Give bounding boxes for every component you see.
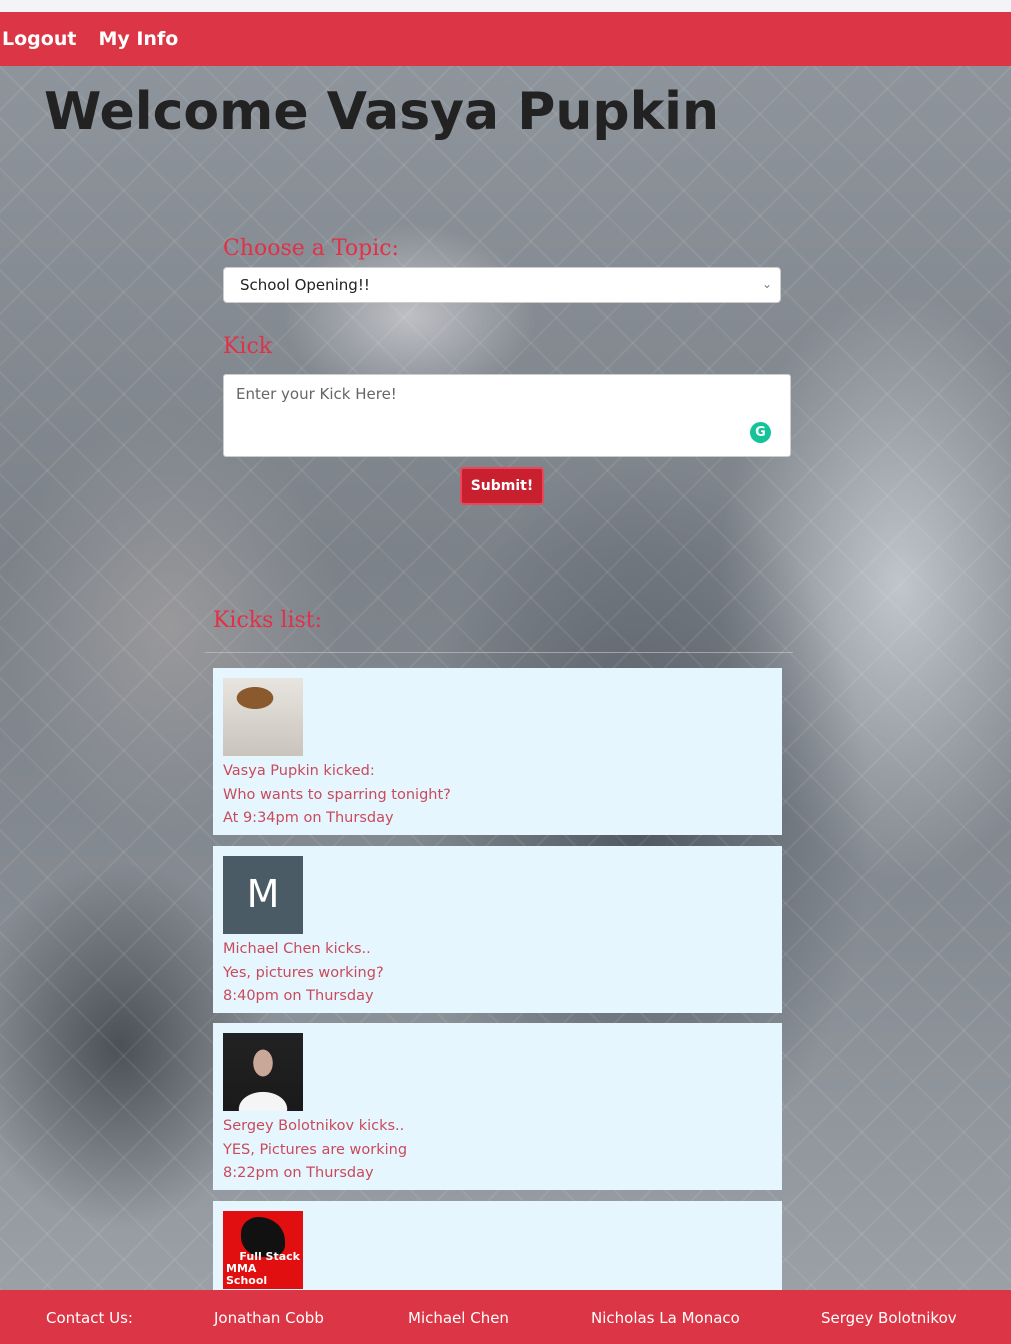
my-info-link[interactable]: My Info	[98, 28, 178, 50]
kick-author: Sergey Bolotnikov kicks..	[223, 1118, 405, 1134]
chevron-down-icon: ⌄	[761, 277, 772, 291]
kick-time: At 9:34pm on Thursday	[223, 810, 394, 826]
logo-text-line-2: MMA School	[226, 1262, 268, 1287]
footer-contact-name[interactable]: Sergey Bolotnikov	[821, 1309, 957, 1327]
footer-contact-name[interactable]: Michael Chen	[408, 1309, 509, 1327]
kicks-list-heading: Kicks list:	[213, 608, 323, 633]
kick-textarea[interactable]: Enter your Kick Here!	[223, 374, 791, 457]
topic-label: Choose a Topic:	[223, 236, 399, 261]
submit-button[interactable]: Submit!	[460, 467, 544, 505]
kick-message: Yes, pictures working?	[223, 964, 384, 981]
topic-selected-value: School Opening!!	[240, 276, 370, 294]
footer: Contact Us: Jonathan Cobb Michael Chen N…	[0, 1290, 1011, 1344]
top-strip	[0, 0, 1011, 12]
grammarly-icon[interactable]: G	[750, 422, 771, 443]
kick-card: Full Stack MMA School	[213, 1201, 782, 1290]
topic-select[interactable]: School Opening!! ⌄	[223, 267, 781, 303]
footer-contact-name[interactable]: Nicholas La Monaco	[591, 1309, 740, 1327]
avatar	[223, 1033, 303, 1111]
kick-author: Michael Chen kicks..	[223, 941, 371, 957]
avatar	[223, 678, 303, 756]
page-title: Welcome Vasya Pupkin	[44, 82, 720, 142]
logout-link[interactable]: Logout	[2, 28, 76, 50]
kick-card: M Michael Chen kicks.. Yes, pictures wor…	[213, 846, 782, 1013]
kick-label: Kick	[223, 334, 273, 359]
kick-time: 8:22pm on Thursday	[223, 1165, 374, 1181]
divider	[205, 652, 793, 653]
kick-message: Who wants to sparring tonight?	[223, 786, 451, 803]
kick-card: Vasya Pupkin kicked: Who wants to sparri…	[213, 668, 782, 835]
kick-author: Vasya Pupkin kicked:	[223, 763, 375, 779]
footer-contact-name[interactable]: Jonathan Cobb	[214, 1309, 324, 1327]
kick-time: 8:40pm on Thursday	[223, 988, 374, 1004]
avatar: Full Stack MMA School	[223, 1211, 303, 1289]
footer-contact-label: Contact Us:	[46, 1309, 133, 1327]
kick-card: Sergey Bolotnikov kicks.. YES, Pictures …	[213, 1023, 782, 1190]
kick-message: YES, Pictures are working	[223, 1141, 408, 1158]
navbar: Logout My Info	[0, 12, 1011, 66]
avatar: M	[223, 856, 303, 934]
